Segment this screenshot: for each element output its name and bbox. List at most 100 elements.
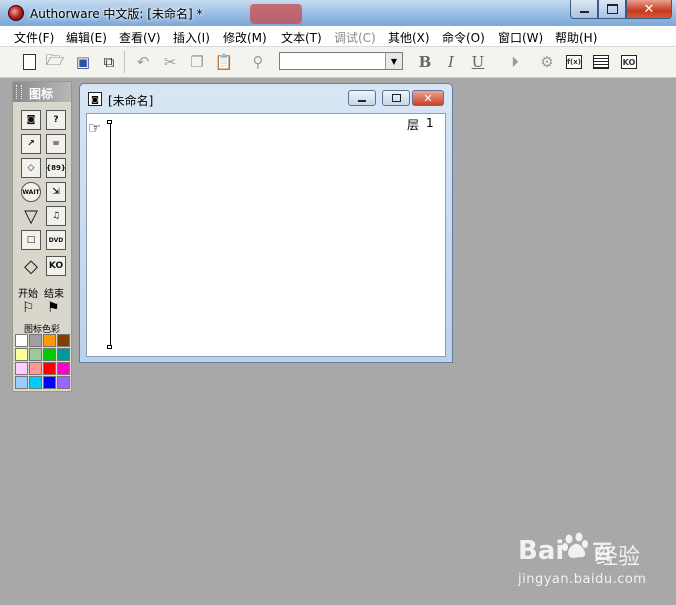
- palette-header[interactable]: 图标: [13, 82, 71, 102]
- variables-button[interactable]: [590, 51, 612, 73]
- display-icon[interactable]: ◙: [21, 110, 41, 130]
- minimize-icon: [579, 11, 589, 13]
- authorware-app-icon[interactable]: [8, 5, 24, 21]
- toolbar: 🗁 ▣ ⧉ ↶ ✂ ❐ 📋 ⚲ ▼ B I U ⏵ ⚙ f(x) KO: [0, 47, 676, 78]
- menu-insert[interactable]: 插入(I): [173, 29, 210, 46]
- wait-icon[interactable]: WAIT: [21, 182, 41, 202]
- color-swatch[interactable]: [15, 348, 28, 361]
- color-swatch[interactable]: [29, 362, 42, 375]
- play-icon: ⏵: [511, 53, 519, 71]
- flow-maximize-button[interactable]: [382, 90, 410, 106]
- copy-icon: ❐: [190, 53, 204, 71]
- baidu-paw-icon: [562, 532, 588, 558]
- knowledge-objects-button[interactable]: KO: [618, 51, 640, 73]
- chevron-down-icon[interactable]: ▼: [385, 53, 402, 69]
- dvd-icon[interactable]: DVD: [46, 230, 66, 250]
- find-icon: ⚲: [252, 53, 264, 71]
- decision-icon[interactable]: ◇: [21, 256, 41, 277]
- color-swatch[interactable]: [43, 362, 56, 375]
- calculation-icon[interactable]: =: [46, 134, 66, 154]
- clipboard-icon: 📋: [214, 53, 234, 71]
- find-button[interactable]: ⚲: [247, 51, 269, 73]
- baidu-logo-text: Bai: [518, 536, 565, 566]
- design-window-icon: ◙: [88, 92, 102, 106]
- import-button[interactable]: ⧉: [98, 51, 120, 73]
- paste-hand-icon[interactable]: ☞: [88, 119, 101, 137]
- minimize-icon: [358, 99, 366, 102]
- menu-modify[interactable]: 修改(M): [223, 29, 267, 46]
- menu-xtras[interactable]: 其他(X): [388, 29, 430, 46]
- color-swatch[interactable]: [29, 376, 42, 389]
- undo-icon: ↶: [136, 53, 150, 71]
- save-all-button[interactable]: ▣: [72, 51, 94, 73]
- color-swatch[interactable]: [57, 334, 70, 347]
- menu-text[interactable]: 文本(T): [281, 29, 322, 46]
- framework-icon[interactable]: □: [21, 230, 41, 250]
- color-swatch[interactable]: [43, 348, 56, 361]
- color-swatch[interactable]: [29, 334, 42, 347]
- flowline-canvas[interactable]: ☞ 层 1: [86, 113, 446, 357]
- menu-view[interactable]: 查看(V): [119, 29, 161, 46]
- restore-icon: [391, 94, 401, 102]
- flow-close-button[interactable]: ✕: [412, 90, 444, 106]
- italic-button[interactable]: I: [440, 51, 462, 73]
- menu-help[interactable]: 帮助(H): [555, 29, 597, 46]
- variables-icon: [593, 55, 609, 69]
- menu-commands[interactable]: 命令(O): [442, 29, 485, 46]
- color-swatch[interactable]: [43, 334, 56, 347]
- color-swatch[interactable]: [15, 362, 28, 375]
- color-swatch[interactable]: [15, 376, 28, 389]
- start-flag-label: 开始: [18, 289, 38, 300]
- sound-icon[interactable]: ♫: [46, 206, 66, 226]
- color-swatch[interactable]: [15, 334, 28, 347]
- color-swatch[interactable]: [57, 362, 70, 375]
- paste-button[interactable]: 📋: [213, 51, 235, 73]
- end-flag-label: 结束: [44, 289, 64, 300]
- flowline-window: ◙ [未命名] ✕ ☞ 层 1: [79, 83, 453, 363]
- flow-minimize-button[interactable]: [348, 90, 376, 106]
- maximize-button[interactable]: [598, 0, 626, 19]
- motion-icon[interactable]: ↗: [21, 134, 41, 154]
- undo-button[interactable]: ↶: [132, 51, 154, 73]
- close-icon: ✕: [423, 91, 433, 105]
- close-button[interactable]: ✕: [626, 0, 672, 19]
- close-icon: ✕: [643, 1, 655, 17]
- underline-button[interactable]: U: [467, 51, 489, 73]
- baidu-watermark-url: jingyan.baidu.com: [518, 572, 647, 587]
- new-button[interactable]: [18, 51, 40, 73]
- color-swatch[interactable]: [43, 376, 56, 389]
- main-flowline[interactable]: [110, 123, 111, 347]
- navigate-icon[interactable]: ▽: [21, 206, 41, 227]
- erase-icon[interactable]: ◇: [21, 158, 41, 178]
- menu-file[interactable]: 文件(F): [14, 29, 54, 46]
- toolbar-separator: [124, 51, 125, 73]
- icon-palette: 图标 ◙ ? ↗ = ◇ {89} WAIT ⇲ ▽ ♫ □ DVD ◇ KO …: [12, 81, 72, 392]
- map-icon[interactable]: {89}: [46, 158, 66, 178]
- end-flag-icon[interactable]: ⚑: [47, 300, 60, 316]
- background-decoration: [250, 4, 302, 24]
- color-swatch[interactable]: [57, 376, 70, 389]
- functions-button[interactable]: f(x): [563, 51, 585, 73]
- flowline-window-title: [未命名]: [108, 94, 154, 108]
- open-button[interactable]: 🗁: [44, 51, 66, 73]
- cut-button[interactable]: ✂: [159, 51, 181, 73]
- knowledge-object-icon[interactable]: KO: [46, 256, 66, 276]
- knowledge-object-icon: KO: [621, 55, 637, 69]
- interaction-icon[interactable]: ?: [46, 110, 66, 130]
- start-flag-icon[interactable]: ⚐: [22, 300, 35, 316]
- color-swatch[interactable]: [29, 348, 42, 361]
- control-panel-button[interactable]: ⚙: [536, 51, 558, 73]
- copy-button[interactable]: ❐: [186, 51, 208, 73]
- minimize-button[interactable]: [570, 0, 598, 19]
- digital-movie-icon[interactable]: ⇲: [46, 182, 66, 202]
- color-swatch[interactable]: [57, 348, 70, 361]
- menu-window[interactable]: 窗口(W): [498, 29, 543, 46]
- restart-button[interactable]: ⏵: [504, 51, 526, 73]
- bold-button[interactable]: B: [414, 51, 436, 73]
- menu-debug[interactable]: 调试(C): [334, 29, 376, 46]
- drag-grip-icon[interactable]: [16, 85, 22, 99]
- new-file-icon: [22, 54, 36, 70]
- font-select[interactable]: ▼: [279, 52, 403, 70]
- menu-edit[interactable]: 编辑(E): [66, 29, 107, 46]
- baidu-watermark-name: 经验: [596, 545, 641, 570]
